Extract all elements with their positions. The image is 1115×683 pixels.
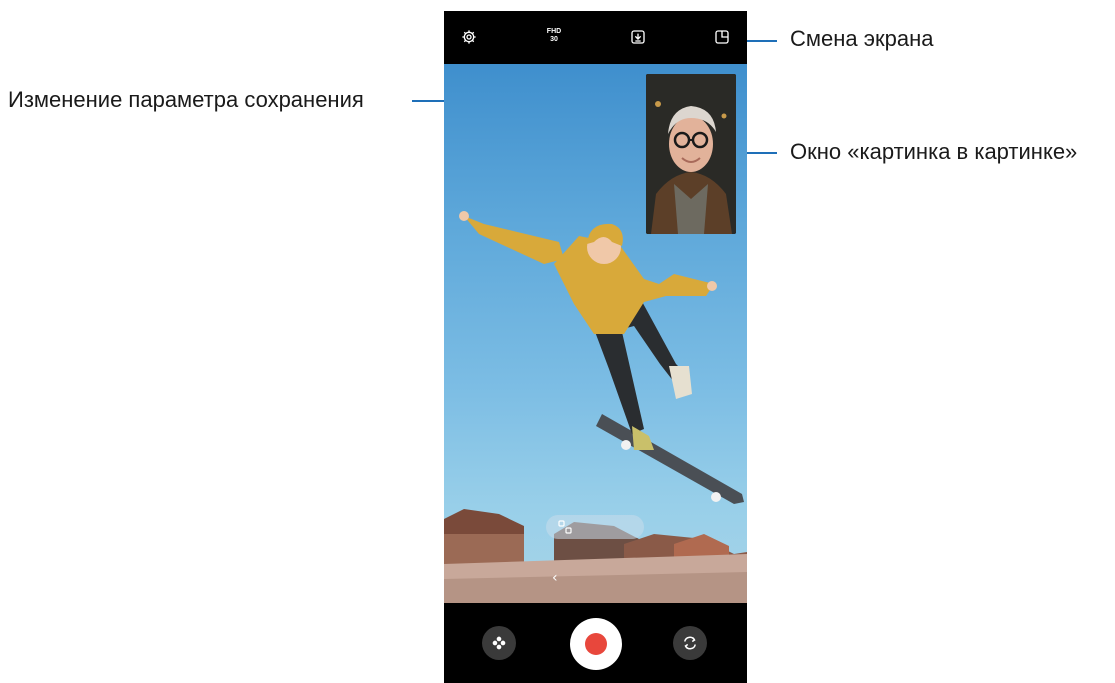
camera-bottom-bar [444, 603, 747, 683]
gear-icon[interactable] [459, 27, 479, 47]
layout-icon[interactable] [712, 27, 732, 47]
multi-view-icon [558, 520, 572, 534]
effects-button[interactable] [482, 626, 516, 660]
resolution-label: FHD [546, 28, 562, 35]
fps-label: 30 [550, 36, 558, 43]
chevron-left-icon[interactable]: ‹ [552, 570, 558, 586]
record-dot [585, 633, 607, 655]
camera-flip-icon [684, 636, 696, 650]
phone-screen: FHD 30 ‹ [444, 11, 747, 683]
pip-portrait [646, 74, 736, 234]
callout-switch-screen: Смена экрана [790, 26, 934, 51]
pip-window[interactable] [646, 74, 736, 234]
callout-pip-window: Окно «картинка в картинке» [790, 139, 1078, 164]
resolution-button[interactable]: FHD 30 [542, 28, 566, 44]
camera-viewfinder[interactable]: ‹ [444, 64, 747, 603]
record-button[interactable] [570, 618, 622, 670]
download-icon[interactable] [628, 27, 648, 47]
camera-top-bar: FHD 30 [444, 11, 747, 64]
camera-flip-button[interactable] [673, 626, 707, 660]
multi-view-toggle[interactable] [546, 515, 644, 539]
callout-save-option: Изменение параметра сохранения [8, 87, 364, 112]
flower-icon [492, 636, 506, 650]
